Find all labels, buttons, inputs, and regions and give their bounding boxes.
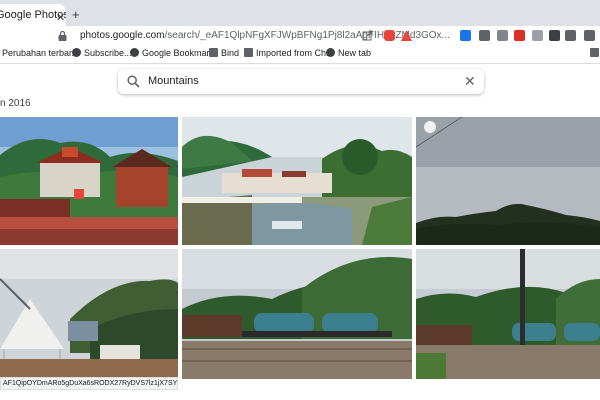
search-box[interactable]: Mountains ✕	[118, 69, 484, 94]
bookmark-label: Imported from Ch...	[256, 48, 334, 58]
puzzle-icon[interactable]	[565, 30, 576, 41]
photo-train-pole[interactable]	[416, 249, 600, 379]
tab-strip: Google Photos ✕ +	[0, 0, 600, 26]
tab-google-photos[interactable]: Google Photos ✕	[0, 4, 66, 26]
bookmark-google[interactable]: Google Bookmark	[130, 48, 214, 58]
bookmark-subscribe[interactable]: Subscribe...	[72, 48, 132, 58]
bookmarks-bar: Perubahan terbar... Subscribe... Google …	[0, 46, 600, 64]
photo-mountain-cloudy[interactable]	[416, 117, 600, 245]
status-url-bar: AF1QipOYDmARo5gDuXa6sRODX27RyDVS7lz1jX7S…	[0, 377, 178, 390]
bookmark-new-tab[interactable]: New tab	[326, 48, 371, 58]
photo-train-tankers[interactable]	[182, 249, 412, 379]
folder-icon	[590, 48, 599, 57]
photo-temple-mountains[interactable]	[0, 117, 178, 245]
globe-icon	[326, 48, 335, 57]
extension-dark-icon[interactable]	[549, 30, 560, 41]
folder-icon	[209, 48, 218, 57]
extension-gray-icon[interactable]	[532, 30, 543, 41]
brave-shield-icon[interactable]	[384, 30, 395, 41]
photo-tent-mountain[interactable]	[0, 249, 178, 379]
globe-icon	[72, 48, 81, 57]
date-heading: n 2016	[0, 98, 31, 109]
extension-red-icon[interactable]	[514, 30, 525, 41]
bookmark-perubahan[interactable]: Perubahan terbar...	[2, 48, 79, 58]
bookmark-bind[interactable]: Bind	[209, 48, 239, 58]
close-icon[interactable]: ✕	[464, 74, 476, 88]
bookmark-label: Perubahan terbar...	[2, 48, 80, 58]
extension-cube-icon[interactable]	[479, 30, 490, 41]
bookmark-imported[interactable]: Imported from Ch...	[244, 48, 334, 58]
select-check-icon[interactable]	[424, 121, 436, 133]
translate-icon[interactable]	[460, 30, 471, 41]
open-external-icon[interactable]	[362, 30, 373, 41]
lock-icon	[58, 30, 67, 41]
photos-page: Mountains ✕ n 2016 AF1QipOYDmARo5gDuXa6s…	[0, 65, 600, 400]
bookmark-label: Subscribe...	[84, 48, 132, 58]
folder-icon	[244, 48, 253, 57]
menu-icon[interactable]	[584, 30, 595, 41]
bookmark-label: New tab	[338, 48, 372, 58]
other-bookmarks[interactable]	[590, 48, 600, 58]
bookmark-label: Google Bookmark	[142, 48, 215, 58]
url-host: photos.google.com	[80, 30, 165, 41]
bookmark-label: Bind	[221, 48, 240, 58]
globe-icon	[130, 48, 139, 57]
new-tab-icon[interactable]: +	[72, 8, 80, 21]
tab-close-icon[interactable]: ✕	[56, 13, 66, 24]
address-bar[interactable]: photos.google.com/search/_eAF1QlpNFgXFJW…	[0, 26, 600, 46]
photo-river-village[interactable]	[182, 117, 412, 245]
search-icon	[127, 75, 140, 88]
search-input[interactable]: Mountains	[148, 75, 199, 87]
pocket-icon[interactable]	[497, 30, 508, 41]
